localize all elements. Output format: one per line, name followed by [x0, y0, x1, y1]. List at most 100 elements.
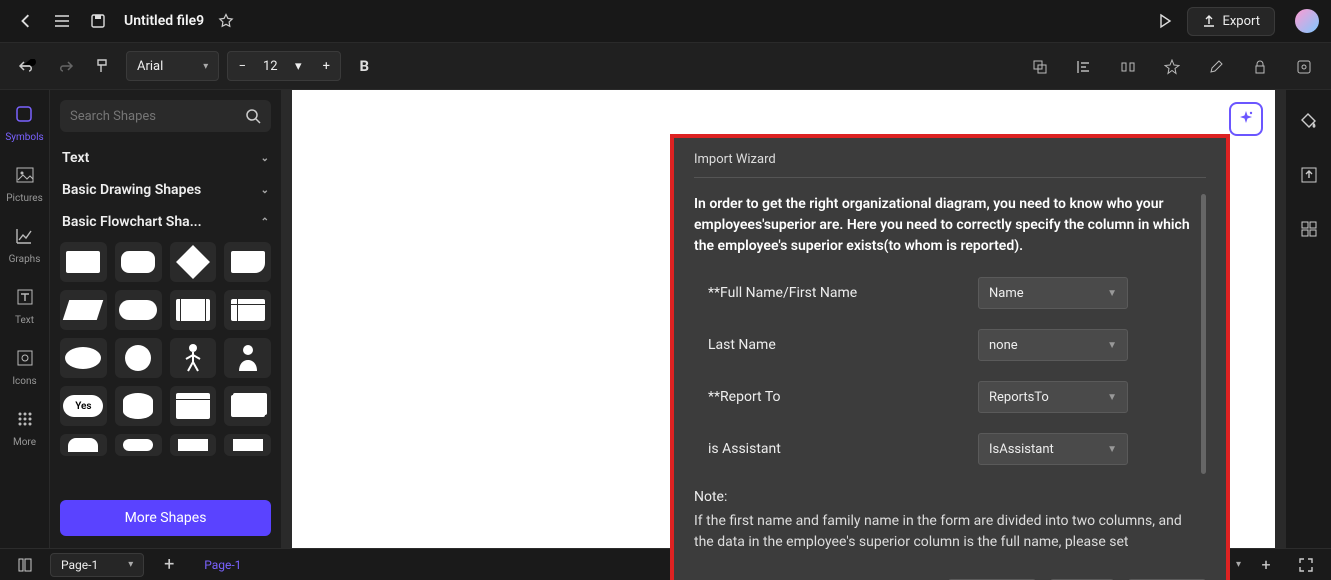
undo-button[interactable]: [12, 51, 42, 81]
shape-document[interactable]: [224, 242, 271, 282]
category-basic-drawing[interactable]: Basic Drawing Shapes ⌄: [60, 174, 271, 206]
field-label: **Full Name/First Name: [708, 285, 978, 301]
chevron-down-icon: ▼: [1107, 340, 1117, 351]
category-label: Text: [62, 150, 89, 166]
shape-half2[interactable]: [115, 434, 162, 456]
search-shapes-box[interactable]: [60, 100, 271, 132]
inspect-icon[interactable]: [1289, 52, 1319, 82]
page-tab-1[interactable]: Page-1: [194, 558, 251, 572]
rail-text[interactable]: Text: [11, 283, 39, 326]
category-basic-flowchart[interactable]: Basic Flowchart Sha... ⌃: [60, 206, 271, 238]
rail-icons[interactable]: Icons: [11, 344, 39, 387]
shape-decision[interactable]: [170, 242, 217, 282]
field-lastname-select[interactable]: none ▼: [978, 329, 1128, 361]
icons-icon: [11, 344, 39, 372]
font-family-select[interactable]: Arial ▾: [126, 51, 219, 81]
rail-symbols[interactable]: Symbols: [5, 100, 43, 143]
play-icon[interactable]: [1151, 7, 1179, 35]
shape-multidoc[interactable]: [224, 386, 271, 426]
shape-predefined[interactable]: [170, 290, 217, 330]
grid-panel-icon[interactable]: [1294, 214, 1324, 244]
shape-user[interactable]: [224, 338, 271, 378]
chevron-down-icon[interactable]: ▾: [1236, 559, 1241, 570]
bold-button[interactable]: B: [349, 51, 379, 81]
chevron-down-icon: ▼: [1107, 288, 1117, 299]
shape-data[interactable]: [60, 290, 107, 330]
field-value: none: [989, 338, 1018, 353]
field-reportto: **Report To ReportsTo ▼: [694, 381, 1192, 413]
page-select[interactable]: Page-1 ▾: [50, 553, 144, 577]
font-family-value: Arial: [137, 59, 163, 74]
font-size-decrease[interactable]: −: [228, 59, 256, 74]
rail-more[interactable]: More: [11, 405, 39, 448]
shape-half3[interactable]: [170, 434, 217, 456]
shape-half1[interactable]: [60, 434, 107, 456]
format-painter-button[interactable]: [88, 51, 118, 81]
category-text[interactable]: Text ⌄: [60, 142, 271, 174]
field-reportto-select[interactable]: ReportsTo ▼: [978, 381, 1128, 413]
field-fullname-select[interactable]: Name ▼: [978, 277, 1128, 309]
more-shapes-button[interactable]: More Shapes: [60, 500, 271, 536]
zoom-in-button[interactable]: +: [1251, 550, 1281, 580]
symbol-icon: [10, 100, 38, 128]
shape-half4[interactable]: [224, 434, 271, 456]
dialog-description: In order to get the right organizational…: [694, 194, 1192, 257]
fullscreen-icon[interactable]: [1291, 550, 1321, 580]
shape-internal-storage[interactable]: [224, 290, 271, 330]
fill-icon[interactable]: [1294, 106, 1324, 136]
user-avatar[interactable]: [1295, 9, 1319, 33]
export-panel-icon[interactable]: [1294, 160, 1324, 190]
page-layout-icon[interactable]: [10, 550, 40, 580]
chevron-down-icon: ⌄: [261, 153, 269, 164]
search-shapes-input[interactable]: [70, 109, 239, 124]
field-value: Name: [989, 286, 1024, 301]
shape-connector[interactable]: [115, 338, 162, 378]
dialog-title: Import Wizard: [694, 152, 1206, 178]
shape-person[interactable]: [170, 338, 217, 378]
ai-sparkle-button[interactable]: [1229, 102, 1263, 136]
canvas-area: Import Wizard In order to get the right …: [282, 90, 1285, 548]
rail-label: Icons: [12, 376, 36, 387]
rail-label: Text: [15, 315, 34, 326]
import-wizard-dialog: Import Wizard In order to get the right …: [670, 134, 1230, 580]
field-isassistant: is Assistant IsAssistant ▼: [694, 433, 1192, 465]
shape-database[interactable]: [115, 386, 162, 426]
shape-terminator[interactable]: [115, 290, 162, 330]
back-button[interactable]: [12, 7, 40, 35]
category-label: Basic Flowchart Sha...: [62, 214, 202, 230]
effects-icon[interactable]: [1157, 52, 1187, 82]
lock-icon[interactable]: [1245, 52, 1275, 82]
shape-process[interactable]: [60, 242, 107, 282]
dialog-scrollbar[interactable]: [1201, 194, 1206, 474]
edit-icon[interactable]: [1201, 52, 1231, 82]
menu-button[interactable]: [48, 7, 76, 35]
dialog-footer: Previous Next Cancel: [694, 565, 1206, 580]
field-isassistant-select[interactable]: IsAssistant ▼: [978, 433, 1128, 465]
shape-yes[interactable]: Yes: [60, 386, 107, 426]
field-value: ReportsTo: [989, 390, 1049, 405]
chevron-down-icon: ▾: [128, 559, 133, 570]
font-size-stepper[interactable]: − 12 ▾ +: [227, 51, 341, 81]
graph-icon: [10, 222, 38, 250]
header-bar: Untitled file9 Export: [0, 0, 1331, 42]
shape-ellipse[interactable]: [60, 338, 107, 378]
font-size-increase[interactable]: +: [312, 59, 340, 74]
export-button[interactable]: Export: [1187, 7, 1275, 36]
shape-card[interactable]: [170, 386, 217, 426]
export-label: Export: [1222, 14, 1260, 29]
distribute-icon[interactable]: [1113, 52, 1143, 82]
font-size-dropdown[interactable]: ▾: [284, 59, 312, 74]
text-icon: [11, 283, 39, 311]
rail-graphs[interactable]: Graphs: [9, 222, 41, 265]
rail-pictures[interactable]: Pictures: [6, 161, 43, 204]
align-icon[interactable]: [1069, 52, 1099, 82]
add-page-button[interactable]: +: [154, 550, 184, 580]
redo-button[interactable]: [50, 51, 80, 81]
chevron-down-icon: ▼: [1107, 444, 1117, 455]
save-icon[interactable]: [84, 7, 112, 35]
shape-rounded-rect[interactable]: [115, 242, 162, 282]
layers-icon[interactable]: [1025, 52, 1055, 82]
star-icon[interactable]: [212, 7, 240, 35]
font-size-value: 12: [256, 59, 284, 74]
field-label: Last Name: [708, 337, 978, 353]
